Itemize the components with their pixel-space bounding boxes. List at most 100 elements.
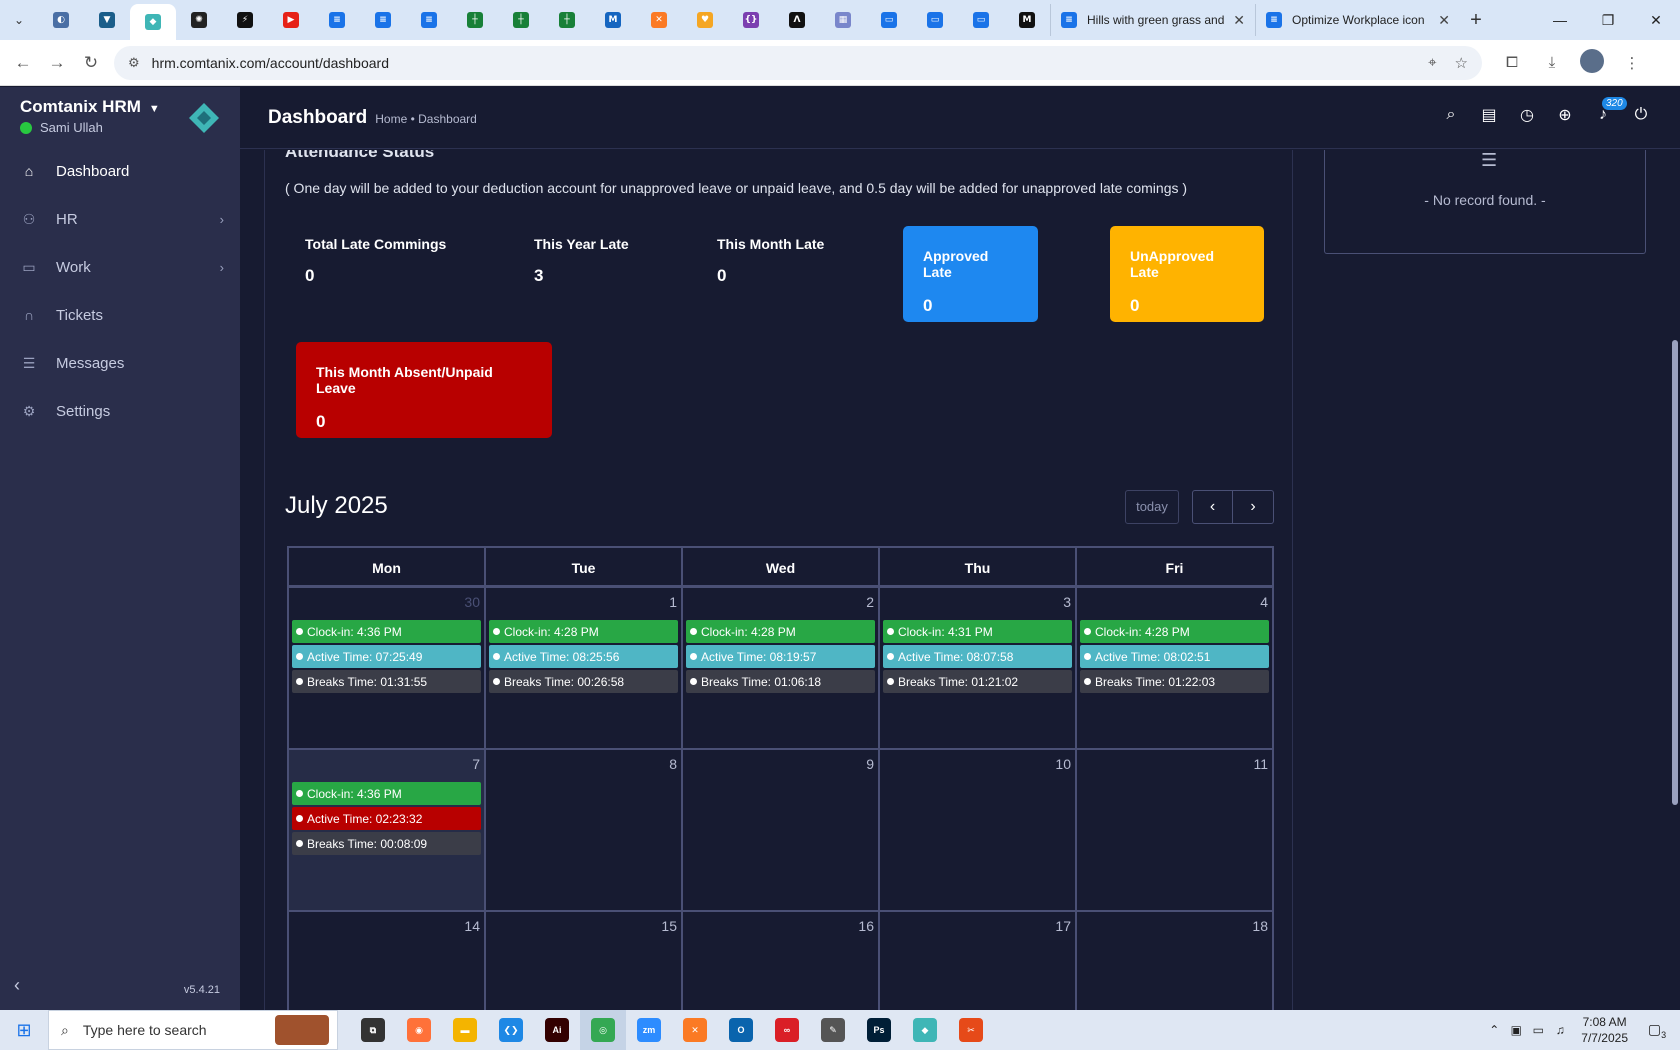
calendar-day[interactable]: 18 <box>1075 912 1272 1010</box>
close-icon[interactable]: ✕ <box>1233 12 1245 29</box>
taskbar-app[interactable]: ▬ <box>442 1010 488 1050</box>
calendar-day[interactable]: 11 <box>1075 750 1272 910</box>
unapproved-late-card[interactable]: UnApproved Late 0 <box>1110 226 1264 322</box>
pinned-tab[interactable]: ✺ <box>176 3 222 37</box>
taskbar-app[interactable]: ✕ <box>672 1010 718 1050</box>
browser-tab-optimize[interactable]: ≡ Optimize Workplace icon ✕ <box>1255 4 1460 36</box>
sidebar-item-work[interactable]: ▭ Work › <box>0 243 240 291</box>
site-info-icon[interactable]: ⚙ <box>128 55 140 71</box>
new-tab-button[interactable]: + <box>1460 9 1492 32</box>
pinned-tab[interactable]: {} <box>728 3 774 37</box>
taskbar-app[interactable]: ❮❯ <box>488 1010 534 1050</box>
taskbar-app[interactable]: Ps <box>856 1010 902 1050</box>
browser-tab-hills[interactable]: ≡ Hills with green grass and ✕ <box>1050 4 1255 36</box>
approved-late-card[interactable]: Approved Late 0 <box>903 226 1038 322</box>
taskbar-app[interactable]: zm <box>626 1010 672 1050</box>
pinned-tab[interactable]: ▦ <box>820 3 866 37</box>
calendar-event[interactable]: Breaks Time: 01:06:18 <box>686 670 875 693</box>
taskbar-app[interactable]: ⧉ <box>350 1010 396 1050</box>
calendar-day[interactable]: 14 <box>289 912 484 1010</box>
pinned-tab[interactable]: M <box>590 3 636 37</box>
volume-icon[interactable]: ♫ <box>1549 1023 1571 1037</box>
calendar-event[interactable]: Active Time: 08:02:51 <box>1080 645 1269 668</box>
taskbar-app[interactable]: ◉ <box>396 1010 442 1050</box>
calendar-event[interactable]: Clock-in: 4:28 PM <box>489 620 678 643</box>
pinned-tab[interactable]: ▭ <box>866 3 912 37</box>
pinned-tab[interactable]: ▶ <box>268 3 314 37</box>
taskbar-app[interactable]: O <box>718 1010 764 1050</box>
calendar-event[interactable]: Clock-in: 4:31 PM <box>883 620 1072 643</box>
profile-avatar[interactable] <box>1572 48 1612 77</box>
calendar-day[interactable]: 9 <box>681 750 878 910</box>
taskbar-app[interactable]: ∞ <box>764 1010 810 1050</box>
calendar-event[interactable]: Breaks Time: 01:22:03 <box>1080 670 1269 693</box>
calendar-day[interactable]: 1 Clock-in: 4:28 PM Active Time: 08:25:56 B… <box>484 588 681 748</box>
close-window-icon[interactable]: ✕ <box>1632 12 1680 29</box>
calendar-day[interactable]: 2 Clock-in: 4:28 PM Active Time: 08:19:57 B… <box>681 588 878 748</box>
calendar-event[interactable]: Active Time: 07:25:49 <box>292 645 481 668</box>
bookmark-star-icon[interactable]: ☆ <box>1455 54 1468 72</box>
notification-center-icon[interactable]: ▢3 <box>1642 1021 1672 1040</box>
pinned-tab[interactable]: ┼ <box>544 3 590 37</box>
taskbar-app[interactable]: ◆ <box>902 1010 948 1050</box>
calendar-day[interactable]: 30 Clock-in: 4:36 PM Active Time: 07:25:49… <box>289 588 484 748</box>
clock-icon[interactable]: ◷ <box>1508 105 1546 125</box>
calendar-event[interactable]: Active Time: 02:23:32 <box>292 807 481 830</box>
calendar-event[interactable]: Clock-in: 4:28 PM <box>1080 620 1269 643</box>
calendar-event[interactable]: Breaks Time: 00:08:09 <box>292 832 481 855</box>
menu-kebab-icon[interactable]: ⋮ <box>1612 54 1652 72</box>
sidebar-item-messages[interactable]: ☰ Messages <box>0 339 240 387</box>
sidebar-item-dashboard[interactable]: ⌂ Dashboard <box>0 147 240 195</box>
calendar-event[interactable]: Breaks Time: 01:31:55 <box>292 670 481 693</box>
calendar-event[interactable]: Breaks Time: 01:21:02 <box>883 670 1072 693</box>
search-icon[interactable]: ⌕ <box>1432 106 1470 124</box>
location-pin-icon[interactable]: ⌖ <box>1428 54 1436 71</box>
display-icon[interactable]: ▭ <box>1527 1023 1549 1037</box>
calendar-day[interactable]: 15 <box>484 912 681 1010</box>
network-icon[interactable]: ▣ <box>1505 1023 1527 1037</box>
calendar-event[interactable]: Clock-in: 4:36 PM <box>292 620 481 643</box>
pinned-tab[interactable]: ⚡ <box>222 3 268 37</box>
pinned-tab[interactable]: ≡ <box>314 3 360 37</box>
tab-search-chevron-icon[interactable]: ⌄ <box>6 7 32 33</box>
pinned-tab[interactable]: ┼ <box>452 3 498 37</box>
sidebar-item-hr[interactable]: ⚇ HR › <box>0 195 240 243</box>
calendar-day[interactable]: 4 Clock-in: 4:28 PM Active Time: 08:02:51 B… <box>1075 588 1272 748</box>
taskbar-app[interactable]: Ai <box>534 1010 580 1050</box>
pinned-tab[interactable]: ▭ <box>958 3 1004 37</box>
taskbar-app[interactable]: ✎ <box>810 1010 856 1050</box>
taskbar-clock[interactable]: 7:08 AM 7/7/2025 <box>1581 1014 1628 1046</box>
next-month-button[interactable]: › <box>1233 490 1274 524</box>
taskbar-app[interactable]: ✂ <box>948 1010 994 1050</box>
bell-icon[interactable]: ♪ 320 <box>1584 97 1627 124</box>
brand-menu[interactable]: Comtanix HRM ▼ <box>20 97 160 117</box>
calendar-event[interactable]: Active Time: 08:25:56 <box>489 645 678 668</box>
restore-icon[interactable]: ❐ <box>1584 12 1632 29</box>
minimize-icon[interactable]: — <box>1536 12 1584 29</box>
sidebar-item-settings[interactable]: ⚙ Settings <box>0 387 240 435</box>
pinned-tab[interactable]: ◆ <box>130 4 176 40</box>
calendar-day[interactable]: 7 Clock-in: 4:36 PM Active Time: 02:23:32 B… <box>289 750 484 910</box>
chevron-up-icon[interactable]: ⌃ <box>1483 1023 1505 1037</box>
calendar-event[interactable]: Active Time: 08:07:58 <box>883 645 1072 668</box>
sticky-note-icon[interactable]: ▤ <box>1470 105 1508 125</box>
url-input[interactable]: ⚙ hrm.comtanix.com/account/dashboard ⌖ ☆ <box>114 45 1482 80</box>
pinned-tab[interactable]: Λ <box>774 3 820 37</box>
today-button[interactable]: today <box>1125 490 1179 524</box>
prev-month-button[interactable]: ‹ <box>1192 490 1233 524</box>
calendar-event[interactable]: Active Time: 08:19:57 <box>686 645 875 668</box>
taskbar-search-input[interactable]: ⌕ Type here to search <box>48 1010 338 1050</box>
taskbar-app[interactable]: ◎ <box>580 1010 626 1050</box>
forward-icon[interactable]: → <box>40 53 74 73</box>
pinned-tab[interactable]: ≡ <box>360 3 406 37</box>
close-icon[interactable]: ✕ <box>1438 12 1450 29</box>
back-icon[interactable]: ← <box>6 53 40 73</box>
calendar-event[interactable]: Breaks Time: 00:26:58 <box>489 670 678 693</box>
pinned-tab[interactable]: ▼ <box>84 3 130 37</box>
windows-start-icon[interactable]: ⊞ <box>0 1020 48 1041</box>
calendar-day[interactable]: 17 <box>878 912 1075 1010</box>
calendar-day[interactable]: 10 <box>878 750 1075 910</box>
pinned-tab[interactable]: ▭ <box>912 3 958 37</box>
pinned-tab[interactable]: ♥ <box>682 3 728 37</box>
collapse-sidebar-icon[interactable]: ‹ <box>14 975 20 996</box>
